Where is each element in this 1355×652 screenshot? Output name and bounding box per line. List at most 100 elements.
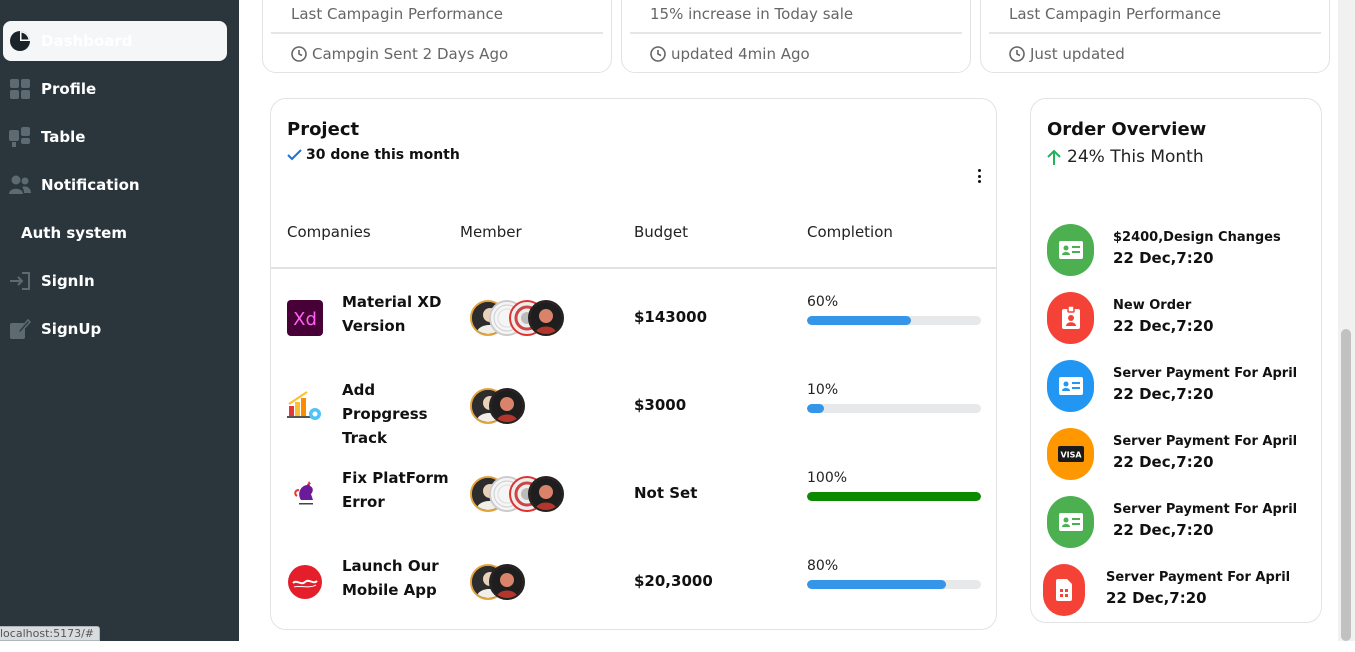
sidebar-item-label: SignUp	[41, 320, 102, 338]
order-title: Server Payment For April	[1106, 570, 1291, 585]
stat-card-footer: updated 4min Ago	[650, 45, 810, 63]
order-title: Server Payment For April	[1113, 366, 1298, 381]
stat-card-subtitle: Last Campagin Performance	[1009, 5, 1222, 23]
completion-fill	[807, 492, 981, 501]
avatar	[489, 564, 525, 600]
id-card-icon	[1058, 513, 1083, 531]
order-date: 22 Dec,7:20	[1113, 249, 1214, 267]
sidebar-item-label: Table	[41, 128, 86, 146]
order-title: Server Payment For April	[1113, 434, 1298, 449]
clock-icon	[650, 46, 666, 62]
order-icon-circle: VISA	[1047, 428, 1094, 480]
stat-card-footer: Just updated	[1009, 45, 1125, 63]
stat-card-footer-text: updated 4min Ago	[671, 45, 810, 63]
stat-card-footer-text: Campgin Sent 2 Days Ago	[312, 45, 509, 63]
order-icon-circle	[1047, 496, 1094, 548]
table-row[interactable]: Add Propgress Track $3000 10%	[271, 381, 998, 476]
table-row[interactable]: Fix PlatForm Error Not Set 100%	[271, 469, 998, 564]
order-overview-card: Order Overview 24% This Month $2400,Desi…	[1030, 98, 1322, 623]
column-header-member: Member	[460, 223, 522, 241]
more-options-icon[interactable]	[971, 167, 987, 185]
sidebar-item-signin[interactable]: SignIn	[0, 261, 228, 301]
order-text: Server Payment For April 22 Dec,7:20	[1113, 434, 1297, 471]
project-subtitle-text: 30 done this month	[306, 147, 460, 163]
stat-card-subtitle: Last Campagin Performance	[291, 5, 504, 23]
order-item[interactable]: Server Payment For April 22 Dec,7:20	[1047, 360, 1317, 412]
completion-bar	[807, 316, 981, 325]
project-name: Fix PlatForm Error	[342, 469, 449, 511]
svg-text:VISA: VISA	[1060, 451, 1082, 460]
order-icon-circle	[1047, 360, 1094, 412]
completion-bar	[807, 404, 981, 413]
order-overview-subtitle-text: 24% This Month	[1067, 147, 1204, 167]
page-scrollbar[interactable]	[1338, 0, 1355, 641]
order-icon-circle	[1047, 292, 1094, 344]
project-budget: $20,3000	[634, 572, 713, 590]
divider	[630, 32, 962, 34]
order-item[interactable]: New Order 22 Dec,7:20	[1047, 292, 1317, 344]
clock-icon	[291, 46, 307, 62]
order-item[interactable]: Server Payment For April 22 Dec,7:20	[1047, 496, 1317, 548]
project-name: Material XD Version	[342, 293, 442, 335]
id-card-icon	[1058, 377, 1083, 395]
sidebar-item-label: SignIn	[41, 272, 95, 290]
completion-label: 100%	[807, 470, 848, 486]
sidebar-item-profile[interactable]: Profile	[0, 69, 228, 109]
stat-card-footer: Campgin Sent 2 Days Ago	[291, 45, 508, 63]
completion-fill	[807, 316, 912, 325]
divider	[271, 267, 996, 269]
sign-up-icon	[8, 318, 32, 340]
arrow-up-icon	[1047, 149, 1061, 165]
sidebar-item-label: Profile	[41, 80, 97, 98]
scrollbar-thumb[interactable]	[1341, 329, 1351, 641]
order-date: 22 Dec,7:20	[1113, 317, 1214, 335]
order-title: $2400,Design Changes	[1113, 230, 1281, 245]
table-row[interactable]: Xd Material XD Version $143000 60%	[271, 293, 998, 388]
table-row[interactable]: Launch Our Mobile App $20,3000 80%	[271, 557, 998, 652]
order-item[interactable]: Server Payment For April 22 Dec,7:20	[1043, 564, 1313, 616]
rooster-logo	[287, 476, 323, 512]
auth-section-heading: Auth system	[21, 224, 127, 242]
stat-card: Last Campagin Performance Just updated	[980, 0, 1330, 73]
avatar	[489, 388, 525, 424]
project-budget: $143000	[634, 308, 708, 326]
check-icon	[287, 149, 302, 161]
order-date: 22 Dec,7:20	[1113, 385, 1214, 403]
order-overview-subtitle: 24% This Month	[1047, 147, 1204, 167]
divider	[989, 32, 1321, 34]
order-item[interactable]: VISA Server Payment For April 22 Dec,7:2…	[1047, 428, 1317, 480]
sidebar-item-dashboard[interactable]: Dashboard	[3, 21, 227, 61]
completion-label: 10%	[807, 382, 839, 398]
stat-card: Last Campagin Performance Campgin Sent 2…	[262, 0, 612, 73]
completion-label: 60%	[807, 294, 839, 310]
clock-icon	[1009, 46, 1025, 62]
column-header-completion: Completion	[807, 223, 893, 241]
order-date: 22 Dec,7:20	[1113, 453, 1214, 471]
sidebar-item-notification[interactable]: Notification	[0, 165, 228, 205]
stat-card-subtitle: 15% increase in Today sale	[650, 5, 854, 23]
stat-card-footer-text: Just updated	[1030, 45, 1125, 63]
coca-cola-logo	[287, 564, 323, 600]
project-title: Project	[287, 119, 360, 140]
stat-card: 15% increase in Today sale updated 4min …	[621, 0, 971, 73]
visa-icon: VISA	[1057, 446, 1084, 462]
pie-chart-icon	[8, 30, 32, 52]
completion-fill	[807, 580, 947, 589]
svg-text:Xd: Xd	[293, 309, 317, 330]
order-item[interactable]: $2400,Design Changes 22 Dec,7:20	[1047, 224, 1317, 276]
sign-in-icon	[8, 270, 32, 292]
order-title: New Order	[1113, 298, 1192, 313]
order-icon-circle	[1043, 564, 1085, 616]
sidebar-item-signup[interactable]: SignUp	[0, 309, 228, 349]
project-budget: Not Set	[634, 484, 698, 502]
sidebar-item-label: Dashboard	[41, 32, 133, 50]
order-overview-title: Order Overview	[1047, 119, 1207, 140]
sidebar-item-table[interactable]: Table	[0, 117, 228, 157]
sidebar: Dashboard Profile Table Notification Aut…	[0, 0, 239, 641]
sidebar-item-label: Notification	[41, 176, 140, 194]
order-text: New Order 22 Dec,7:20	[1113, 298, 1214, 335]
project-budget: $3000	[634, 396, 687, 414]
divider	[271, 32, 603, 34]
order-date: 22 Dec,7:20	[1113, 521, 1214, 539]
avatar	[528, 300, 564, 336]
